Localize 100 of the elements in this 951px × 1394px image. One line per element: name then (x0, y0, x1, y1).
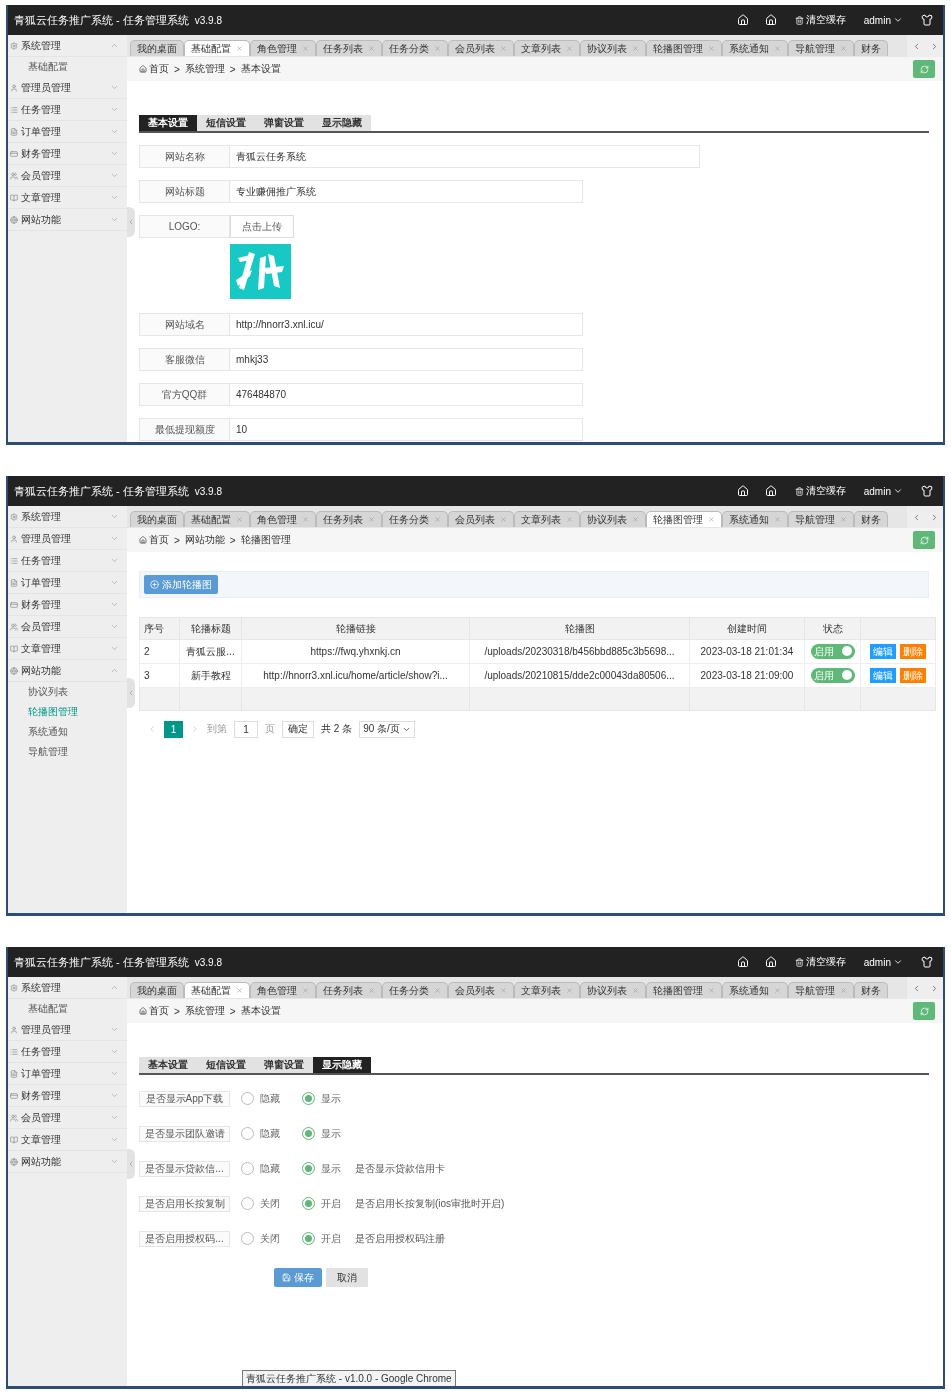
sidebar-subitem[interactable]: 导航管理 (8, 742, 127, 762)
tab[interactable]: 轮播图管理 (646, 982, 722, 998)
close-icon[interactable] (840, 45, 847, 52)
tab[interactable]: 我的桌面 (130, 511, 184, 527)
sidebar-item[interactable]: 会员管理 (8, 1107, 127, 1129)
sidebar-subitem[interactable]: 基础配置 (8, 57, 127, 77)
home-icon[interactable] (736, 14, 749, 26)
page-size-select[interactable]: 90 条/页 (359, 720, 415, 738)
sidebar-subitem[interactable]: 协议列表 (8, 682, 127, 702)
input-field[interactable]: 476484870 (230, 383, 583, 406)
refresh-button[interactable] (913, 531, 935, 549)
sidebar-subitem[interactable]: 系统通知 (8, 722, 127, 742)
input-field[interactable]: 青狐云任务系统 (230, 145, 700, 168)
sidebar-item[interactable]: 财务管理 (8, 594, 127, 616)
breadcrumb-link[interactable]: 系统管理 (184, 62, 225, 76)
close-icon[interactable] (708, 45, 715, 52)
radio-option[interactable]: 开启 (302, 1231, 341, 1246)
sidebar-item[interactable]: 文章管理 (8, 638, 127, 660)
tab[interactable]: 导航管理 (788, 511, 854, 527)
sidebar-item[interactable]: 任务管理 (8, 99, 127, 121)
previous-page-icon[interactable] (147, 724, 157, 734)
refresh-button[interactable] (913, 60, 935, 78)
sidebar-item[interactable]: 管理员管理 (8, 1019, 127, 1041)
radio-option[interactable]: 隐藏 (241, 1126, 280, 1141)
sidebar-item[interactable]: 财务管理 (8, 1085, 127, 1107)
close-icon[interactable] (236, 987, 243, 994)
home-icon[interactable] (764, 485, 777, 497)
close-icon[interactable] (566, 45, 573, 52)
breadcrumb-link[interactable]: 基本设置 (240, 62, 281, 76)
tab[interactable]: 会员列表 (448, 982, 514, 998)
collapse-handle[interactable] (127, 1149, 135, 1179)
sidebar-item[interactable]: 会员管理 (8, 616, 127, 638)
close-icon[interactable] (302, 987, 309, 994)
tab[interactable]: 导航管理 (788, 40, 854, 56)
close-icon[interactable] (500, 987, 507, 994)
sidebar-item[interactable]: 订单管理 (8, 1063, 127, 1085)
tab[interactable]: 协议列表 (580, 511, 646, 527)
tab[interactable]: 我的桌面 (130, 982, 184, 998)
user-menu[interactable]: admin (863, 485, 903, 497)
close-icon[interactable] (434, 45, 441, 52)
sidebar-item[interactable]: 订单管理 (8, 572, 127, 594)
sidebar-item[interactable]: 任务管理 (8, 550, 127, 572)
radio-option[interactable]: 显示 (302, 1126, 341, 1141)
tab[interactable]: 基础配置 (184, 982, 250, 998)
home-icon[interactable] (736, 956, 749, 968)
close-icon[interactable] (302, 45, 309, 52)
tab[interactable]: 任务列表 (316, 982, 382, 998)
shirt-icon[interactable] (921, 14, 933, 26)
close-icon[interactable] (236, 45, 243, 52)
sidebar-item[interactable]: 网站功能 (8, 660, 127, 682)
tab[interactable]: 会员列表 (448, 40, 514, 56)
sub-tab[interactable]: 基本设置 (139, 115, 197, 131)
input-field[interactable]: mhkj33 (230, 348, 583, 371)
clear-cache-link[interactable]: 清空缓存 (794, 484, 846, 498)
input-field[interactable]: 10 (230, 418, 583, 441)
radio-option[interactable]: 显示 (302, 1091, 341, 1106)
input-field[interactable]: 专业赚佣推广系统 (230, 180, 583, 203)
close-icon[interactable] (840, 987, 847, 994)
radio-option[interactable]: 关闭 (241, 1196, 280, 1211)
tab[interactable]: 我的桌面 (130, 40, 184, 56)
breadcrumb-link[interactable]: 网站功能 (184, 533, 225, 547)
page-input[interactable]: 1 (234, 720, 258, 738)
close-icon[interactable] (434, 516, 441, 523)
close-icon[interactable] (774, 45, 781, 52)
close-icon[interactable] (708, 987, 715, 994)
tab[interactable]: 基础配置 (184, 511, 250, 527)
home-icon[interactable] (764, 956, 777, 968)
sidebar-item[interactable]: 文章管理 (8, 187, 127, 209)
sub-tab[interactable]: 短信设置 (197, 1057, 255, 1073)
sidebar-item[interactable]: 文章管理 (8, 1129, 127, 1151)
shirt-icon[interactable] (921, 956, 933, 968)
tab[interactable]: 角色管理 (250, 982, 316, 998)
user-menu[interactable]: admin (863, 14, 903, 26)
close-icon[interactable] (632, 45, 639, 52)
close-icon[interactable] (302, 516, 309, 523)
close-icon[interactable] (632, 987, 639, 994)
page-number[interactable]: 1 (164, 720, 183, 738)
breadcrumb-link[interactable]: 系统管理 (184, 1004, 225, 1018)
close-icon[interactable] (708, 516, 715, 523)
tab[interactable]: 系统通知 (722, 40, 788, 56)
tab[interactable]: 文章列表 (514, 511, 580, 527)
tab[interactable]: 系统通知 (722, 982, 788, 998)
close-icon[interactable] (566, 516, 573, 523)
close-icon[interactable] (236, 516, 243, 523)
tab[interactable]: 任务分类 (382, 982, 448, 998)
sidebar-item[interactable]: 会员管理 (8, 165, 127, 187)
refresh-button[interactable] (913, 1002, 935, 1020)
breadcrumb-link[interactable]: 基本设置 (240, 1004, 281, 1018)
tab[interactable]: 角色管理 (250, 511, 316, 527)
sub-tab[interactable]: 短信设置 (197, 115, 255, 131)
radio-option[interactable]: 隐藏 (241, 1091, 280, 1106)
cancel-button[interactable]: 取消 (326, 1268, 368, 1287)
close-icon[interactable] (840, 516, 847, 523)
tab[interactable]: 协议列表 (580, 40, 646, 56)
close-icon[interactable] (434, 987, 441, 994)
upload-button[interactable]: 点击上传 (230, 215, 294, 238)
tab[interactable]: 轮播图管理 (646, 40, 722, 56)
radio-option[interactable]: 关闭 (241, 1231, 280, 1246)
tab[interactable]: 基础配置 (184, 40, 250, 56)
sidebar-item[interactable]: 财务管理 (8, 143, 127, 165)
